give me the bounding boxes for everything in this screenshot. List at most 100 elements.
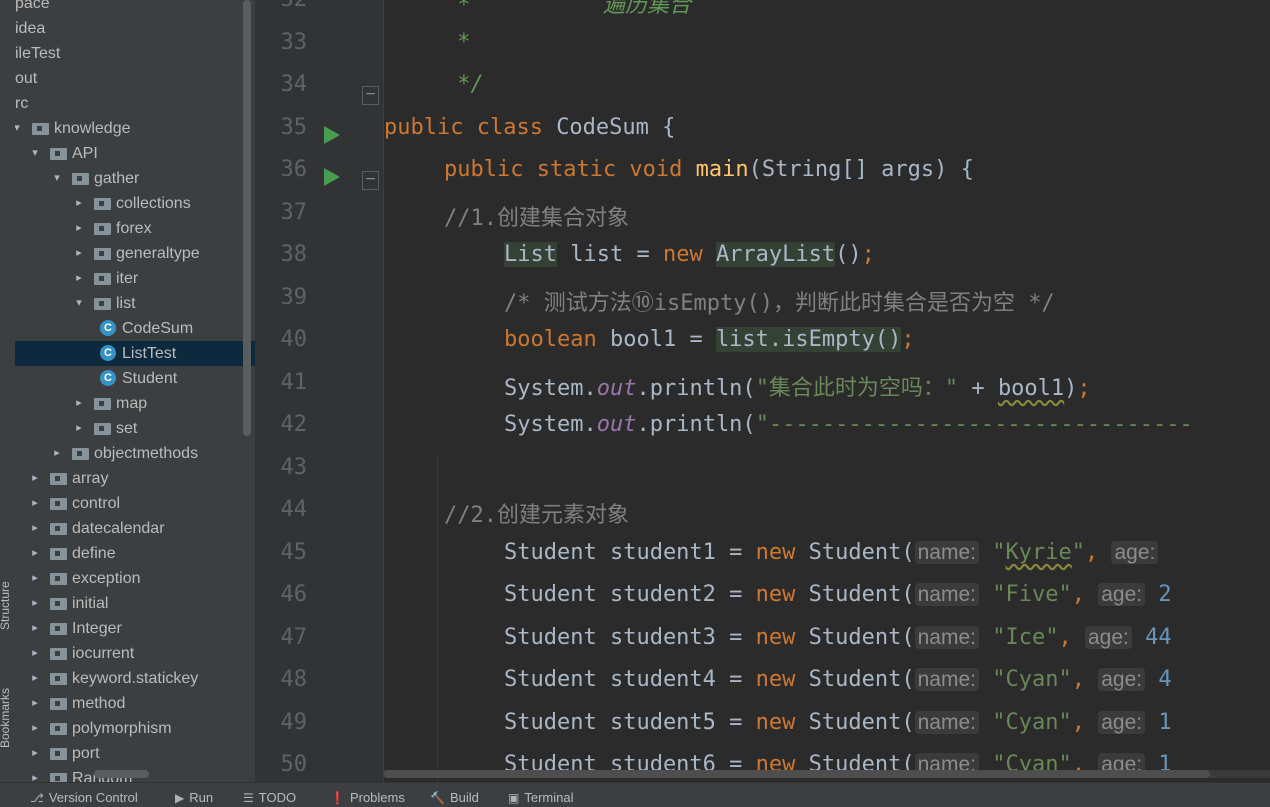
tree-item-forex[interactable]: ▸ forex bbox=[15, 216, 255, 241]
tree-item-array[interactable]: ▸ array bbox=[15, 466, 255, 491]
code-line[interactable]: //2.创建元素对象 bbox=[444, 497, 629, 529]
tree-item-method[interactable]: ▸ method bbox=[15, 691, 255, 716]
toolwindow-problems-button[interactable]: ❗ Problems bbox=[330, 790, 405, 805]
structure-tab[interactable]: Structure bbox=[0, 581, 12, 630]
tree-item-iletest[interactable]: ileTest bbox=[15, 41, 255, 66]
chevron-right-icon[interactable]: ▸ bbox=[29, 691, 41, 716]
tree-item-generaltype[interactable]: ▸ generaltype bbox=[15, 241, 255, 266]
tree-item-objectmethods[interactable]: ▸ objectmethods bbox=[15, 441, 255, 466]
chevron-right-icon[interactable]: ▸ bbox=[29, 616, 41, 641]
code-token: new bbox=[755, 582, 809, 607]
chevron-right-icon[interactable]: ▸ bbox=[29, 491, 41, 516]
run-icon[interactable] bbox=[324, 125, 340, 144]
tree-item-api[interactable]: ▾ API bbox=[15, 141, 255, 166]
chevron-right-icon[interactable]: ▸ bbox=[51, 441, 63, 466]
chevron-right-icon[interactable]: ▸ bbox=[29, 566, 41, 591]
tree-item-codesum[interactable]: C CodeSum bbox=[15, 316, 255, 341]
fold-icon[interactable]: − bbox=[362, 86, 379, 105]
code-line[interactable]: Student student4 = new Student(name: "Cy… bbox=[504, 667, 1172, 692]
code-line[interactable]: public class CodeSum { bbox=[384, 115, 675, 140]
tree-item-gather[interactable]: ▾ gather bbox=[15, 166, 255, 191]
code-token: Student( bbox=[808, 539, 915, 565]
code-line[interactable]: */ bbox=[444, 72, 484, 97]
chevron-right-icon[interactable]: ▸ bbox=[73, 191, 85, 216]
chevron-down-icon[interactable]: ▾ bbox=[51, 166, 63, 191]
project-tree-scrollbar[interactable] bbox=[243, 0, 251, 436]
chevron-right-icon[interactable]: ▸ bbox=[29, 716, 41, 741]
fold-icon[interactable]: − bbox=[362, 171, 379, 190]
tree-item-knowledge[interactable]: ▾ knowledge bbox=[15, 116, 255, 141]
tree-item-idea[interactable]: idea bbox=[15, 16, 255, 41]
package-folder-icon bbox=[94, 273, 111, 285]
java-class-icon: C bbox=[100, 345, 116, 361]
code-line[interactable]: boolean bool1 = list.isEmpty(); bbox=[504, 327, 915, 352]
chevron-down-icon[interactable]: ▾ bbox=[15, 116, 23, 141]
chevron-right-icon[interactable]: ▸ bbox=[73, 216, 85, 241]
tree-item-port[interactable]: ▸ port bbox=[15, 741, 255, 766]
toolwindow-build-button[interactable]: 🔨 Build bbox=[430, 790, 479, 805]
tree-item-out[interactable]: out bbox=[15, 66, 255, 91]
tree-item-polymorphism[interactable]: ▸ polymorphism bbox=[15, 716, 255, 741]
code-line[interactable]: System.out.println("--------------------… bbox=[504, 412, 1193, 437]
chevron-right-icon[interactable]: ▸ bbox=[29, 641, 41, 666]
chevron-down-icon[interactable]: ▾ bbox=[73, 291, 85, 316]
code-line[interactable]: Student student5 = new Student(name: "Cy… bbox=[504, 710, 1172, 735]
tree-item-control[interactable]: ▸ control bbox=[15, 491, 255, 516]
project-tree-hscrollbar[interactable] bbox=[94, 770, 149, 778]
code-token: Student student2 = bbox=[504, 582, 756, 607]
toolwindow-terminal-button[interactable]: ▣ Terminal bbox=[508, 790, 573, 805]
tree-item-list[interactable]: ▾ list bbox=[15, 291, 255, 316]
toolwindow-run-button[interactable]: ▶ Run bbox=[175, 790, 213, 805]
tree-item-define[interactable]: ▸ define bbox=[15, 541, 255, 566]
tree-item-iocurrent[interactable]: ▸ iocurrent bbox=[15, 641, 255, 666]
chevron-down-icon[interactable]: ▾ bbox=[29, 141, 41, 166]
code-token: Student( bbox=[808, 667, 915, 692]
tree-item-exception[interactable]: ▸ exception bbox=[15, 566, 255, 591]
chevron-right-icon[interactable]: ▸ bbox=[29, 516, 41, 541]
code-line[interactable]: * 遍历集合 bbox=[444, 0, 691, 19]
code-line[interactable]: Student student2 = new Student(name: "Fi… bbox=[504, 582, 1172, 607]
tree-item-iter[interactable]: ▸ iter bbox=[15, 266, 255, 291]
chevron-right-icon[interactable]: ▸ bbox=[73, 416, 85, 441]
tree-item-label: knowledge bbox=[54, 120, 131, 137]
package-folder-icon bbox=[94, 298, 111, 310]
line-number: 49 bbox=[280, 709, 308, 735]
code-line[interactable]: public static void main(String[] args) { bbox=[444, 157, 974, 182]
code-line[interactable]: Student student3 = new Student(name: "Ic… bbox=[504, 625, 1172, 650]
chevron-right-icon[interactable]: ▸ bbox=[73, 391, 85, 416]
code-line[interactable]: Student student1 = new Student(name: "Ky… bbox=[504, 540, 1172, 565]
toolwindow-todo-button[interactable]: ☰ TODO bbox=[243, 790, 296, 805]
tree-item-integer[interactable]: ▸ Integer bbox=[15, 616, 255, 641]
chevron-right-icon[interactable]: ▸ bbox=[73, 241, 85, 266]
chevron-right-icon[interactable]: ▸ bbox=[29, 766, 41, 782]
run-icon[interactable] bbox=[324, 168, 340, 186]
tree-item-pace[interactable]: pace bbox=[15, 0, 255, 16]
tree-item-set[interactable]: ▸ set bbox=[15, 416, 255, 441]
tree-item-initial[interactable]: ▸ initial bbox=[15, 591, 255, 616]
code-line[interactable]: * bbox=[444, 30, 470, 55]
tree-item-datecalendar[interactable]: ▸ datecalendar bbox=[15, 516, 255, 541]
package-folder-icon bbox=[50, 523, 67, 535]
chevron-right-icon[interactable]: ▸ bbox=[29, 666, 41, 691]
code-editor[interactable]: * 遍历集合 * */ public class CodeSum { public … bbox=[384, 0, 1270, 782]
editor-hscrollbar[interactable] bbox=[384, 770, 1270, 778]
chevron-right-icon[interactable]: ▸ bbox=[29, 541, 41, 566]
bookmarks-tab[interactable]: Bookmarks bbox=[0, 688, 12, 748]
code-token: + bbox=[958, 375, 998, 401]
tree-item-listtest[interactable]: C ListTest bbox=[15, 341, 255, 366]
chevron-right-icon[interactable]: ▸ bbox=[29, 591, 41, 616]
editor-hscroll-thumb[interactable] bbox=[384, 770, 1210, 778]
code-line[interactable]: //1.创建集合对象 bbox=[444, 200, 629, 232]
tree-item-keyword-statickey[interactable]: ▸ keyword.statickey bbox=[15, 666, 255, 691]
chevron-right-icon[interactable]: ▸ bbox=[73, 266, 85, 291]
tree-item-collections[interactable]: ▸ collections bbox=[15, 191, 255, 216]
tree-item-map[interactable]: ▸ map bbox=[15, 391, 255, 416]
code-line[interactable]: System.out.println("集合此时为空吗：" + bool1); bbox=[504, 370, 1091, 402]
chevron-right-icon[interactable]: ▸ bbox=[29, 741, 41, 766]
tree-item-rc[interactable]: rc bbox=[15, 91, 255, 116]
code-line[interactable]: /* 测试方法⑩isEmpty()，判断此时集合是否为空 */ bbox=[504, 285, 1055, 317]
chevron-right-icon[interactable]: ▸ bbox=[29, 466, 41, 491]
tree-item-student[interactable]: C Student bbox=[15, 366, 255, 391]
toolwindow-version-control-button[interactable]: ⎇ Version Control bbox=[30, 790, 138, 805]
code-line[interactable]: List list = new ArrayList(); bbox=[504, 242, 875, 267]
